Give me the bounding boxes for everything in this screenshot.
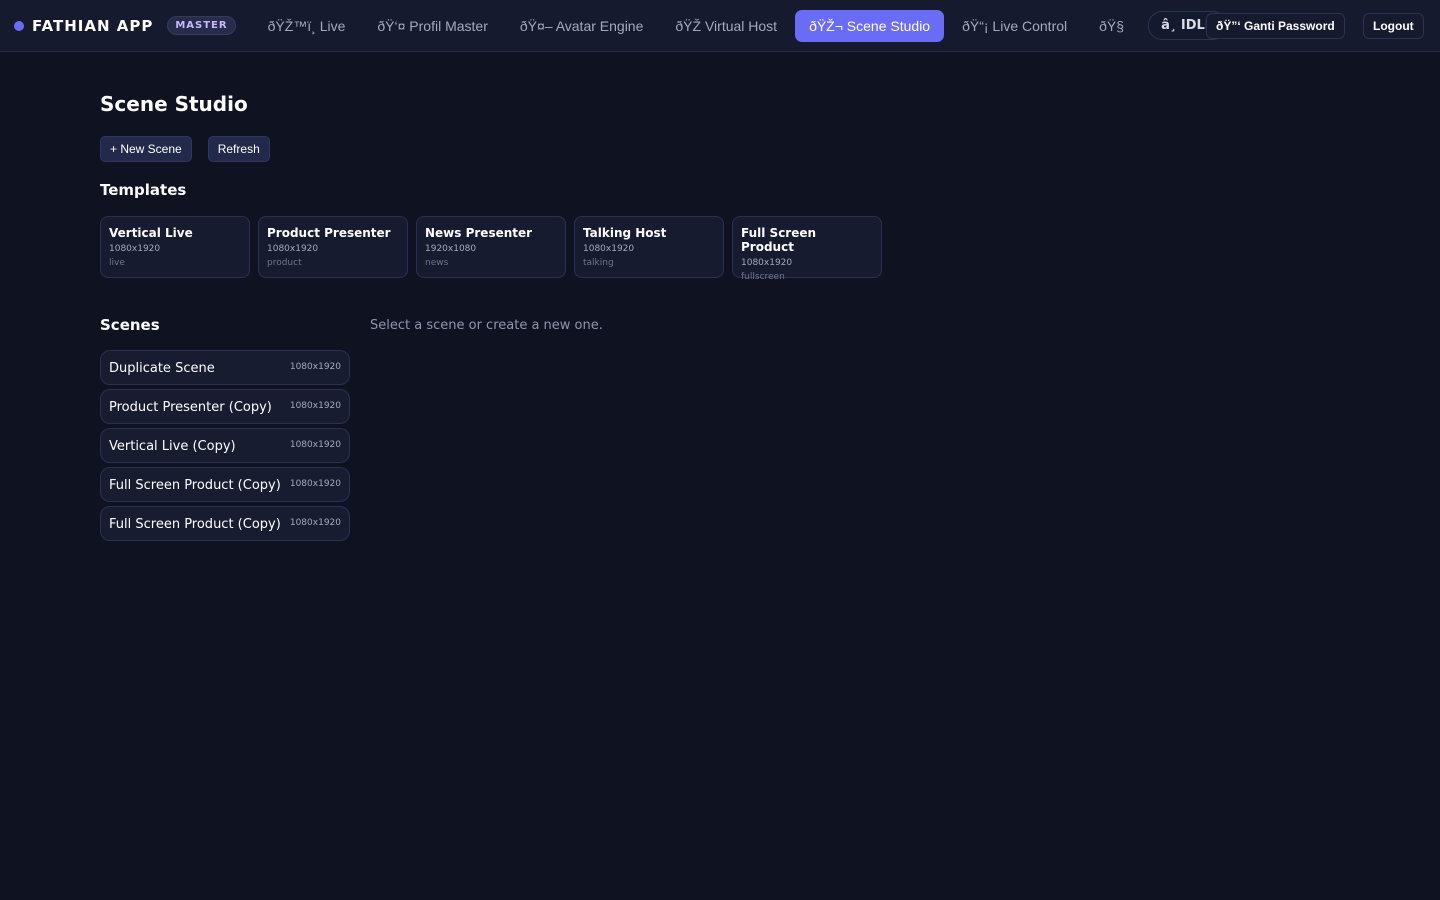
scenes-panel: Scenes Duplicate Scene 1080x1920 Product… xyxy=(100,316,350,545)
new-scene-button[interactable]: + New Scene xyxy=(100,136,192,162)
scene-name: Duplicate Scene xyxy=(109,361,215,376)
template-tag: live xyxy=(109,258,125,268)
scene-name: Full Screen Product (Copy) xyxy=(109,517,281,532)
scene-list-item[interactable]: Full Screen Product (Copy) 1080x1920 xyxy=(100,467,350,502)
scene-resolution: 1080x1920 xyxy=(289,479,341,489)
role-badge: MASTER xyxy=(167,16,236,35)
scene-list-item[interactable]: Vertical Live (Copy) 1080x1920 xyxy=(100,428,350,463)
brand-dot-icon xyxy=(14,20,24,31)
scene-list-item[interactable]: Product Presenter (Copy) 1080x1920 xyxy=(100,389,350,424)
scenes-heading: Scenes xyxy=(100,316,160,334)
nav-live-control[interactable]: ðŸ“¡ Live Control xyxy=(948,10,1081,42)
brand: FATHIAN APP MASTER xyxy=(14,16,236,35)
scenes-area: Scenes Duplicate Scene 1080x1920 Product… xyxy=(100,316,1340,545)
empty-state-message: Select a scene or create a new one. xyxy=(370,318,603,333)
nav-live[interactable]: ðŸŽ™ï¸ Live xyxy=(254,10,360,42)
top-nav-bar: FATHIAN APP MASTER ðŸŽ™ï¸ Live ðŸ‘¤ Prof… xyxy=(0,0,1440,52)
scene-resolution: 1080x1920 xyxy=(289,518,341,528)
main-nav: ðŸŽ™ï¸ Live ðŸ‘¤ Profil Master ðŸ¤– Avat… xyxy=(254,9,1227,42)
scene-list-item[interactable]: Duplicate Scene 1080x1920 xyxy=(100,350,350,385)
templates-heading: Templates xyxy=(100,181,187,199)
nav-virtual-host[interactable]: ðŸŽ Virtual Host xyxy=(661,10,791,42)
template-card[interactable]: Talking Host 1080x1920 talking xyxy=(574,216,724,278)
template-resolution: 1080x1920 xyxy=(267,244,319,254)
refresh-button[interactable]: Refresh xyxy=(207,136,270,162)
nav-scene-studio[interactable]: ðŸŽ¬ Scene Studio xyxy=(795,9,945,42)
scene-name: Product Presenter (Copy) xyxy=(109,400,272,415)
scene-actions: + New Scene Refresh xyxy=(100,136,1340,162)
template-card[interactable]: Product Presenter 1080x1920 product xyxy=(258,216,408,278)
template-card[interactable]: Vertical Live 1080x1920 live xyxy=(100,216,250,278)
template-tag: product xyxy=(267,258,302,268)
template-resolution: 1080x1920 xyxy=(109,244,161,254)
template-card[interactable]: News Presenter 1920x1080 news xyxy=(416,216,566,278)
scene-resolution: 1080x1920 xyxy=(289,440,341,450)
template-name: Full Screen Product xyxy=(741,226,817,254)
template-list: Vertical Live 1080x1920 live Product Pre… xyxy=(100,216,1340,282)
template-name: News Presenter xyxy=(425,226,533,240)
template-resolution: 1080x1920 xyxy=(741,258,793,268)
template-name: Talking Host xyxy=(583,226,667,240)
template-name: Product Presenter xyxy=(267,226,391,240)
scene-resolution: 1080x1920 xyxy=(289,362,341,372)
nav-avatar-engine[interactable]: ðŸ¤– Avatar Engine xyxy=(506,10,658,42)
scene-name: Vertical Live (Copy) xyxy=(109,439,236,454)
template-resolution: 1080x1920 xyxy=(583,244,635,254)
template-name: Vertical Live xyxy=(109,226,193,240)
nav-more[interactable]: ðŸ§ xyxy=(1085,10,1138,42)
scene-list: Duplicate Scene 1080x1920 Product Presen… xyxy=(100,350,350,541)
scene-list-item[interactable]: Full Screen Product (Copy) 1080x1920 xyxy=(100,506,350,541)
template-tag: news xyxy=(425,258,449,268)
scene-name: Full Screen Product (Copy) xyxy=(109,478,281,493)
template-tag: talking xyxy=(583,258,614,268)
brand-name: FATHIAN APP xyxy=(32,16,154,35)
template-tag: fullscreen xyxy=(741,272,785,282)
change-password-button[interactable]: ðŸ”‘ Ganti Password xyxy=(1206,13,1345,39)
template-card[interactable]: Full Screen Product 1080x1920 fullscreen xyxy=(732,216,882,282)
main-content: Scene Studio + New Scene Refresh Templat… xyxy=(100,90,1340,545)
template-resolution: 1920x1080 xyxy=(425,244,477,254)
scene-resolution: 1080x1920 xyxy=(289,401,341,411)
nav-profil-master[interactable]: ðŸ‘¤ Profil Master xyxy=(363,10,501,42)
page-title: Scene Studio xyxy=(100,92,248,116)
logout-button[interactable]: Logout xyxy=(1363,13,1424,39)
